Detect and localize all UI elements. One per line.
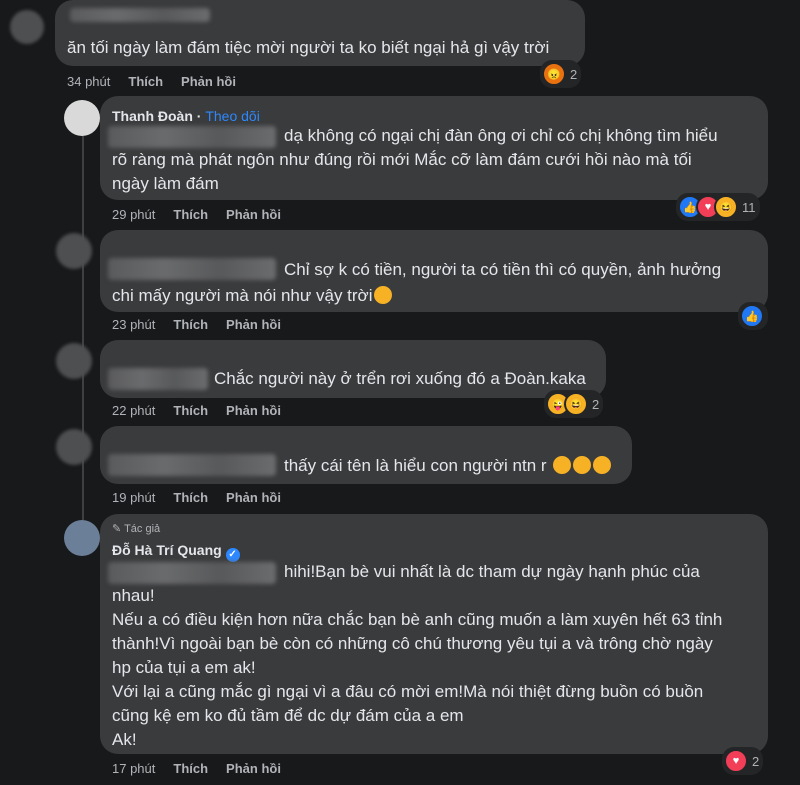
comment-actions: 17 phút Thích Phản hồi [112, 761, 281, 776]
avatar[interactable] [56, 429, 92, 465]
comment-time[interactable]: 22 phút [112, 403, 155, 418]
reaction-summary[interactable]: 👍 [738, 302, 768, 330]
comment-text: Ak! [112, 730, 137, 749]
avatar[interactable] [10, 10, 44, 44]
haha-icon: 😆 [714, 195, 738, 219]
comment-text: ăn tối ngày làm đám tiệc mời người ta ko… [67, 38, 550, 57]
comment-text: Nếu a có điều kiện hơn nữa chắc bạn bè a… [112, 610, 723, 629]
reaction-summary[interactable]: 👍 ♥ 😆 11 [676, 193, 760, 221]
reply-button[interactable]: Phản hồi [226, 490, 281, 505]
reply-button[interactable]: Phản hồi [226, 207, 281, 222]
like-button[interactable]: Thích [173, 490, 208, 505]
reply-button[interactable]: Phản hồi [226, 317, 281, 332]
blurred-username [70, 8, 210, 22]
blurred-username [108, 454, 276, 476]
blurred-username [108, 258, 276, 280]
reply-button[interactable]: Phản hồi [226, 403, 281, 418]
comment-time[interactable]: 29 phút [112, 207, 155, 222]
love-icon: ♥ [724, 749, 748, 773]
comment-text: chi mấy người mà nói như vậy trời [112, 284, 393, 308]
comment-text: nhau! [112, 586, 155, 605]
comment-actions: 34 phút Thích Phản hồi [67, 74, 236, 89]
comment-time[interactable]: 23 phút [112, 317, 155, 332]
like-button[interactable]: Thích [173, 761, 208, 776]
like-icon: 👍 [740, 304, 764, 328]
follow-link[interactable]: Theo dõi [205, 108, 259, 124]
like-button[interactable]: Thích [173, 317, 208, 332]
comment-text: ngày làm đám [112, 174, 219, 193]
commenter-name[interactable]: Thanh Đoàn · Theo dõi [112, 108, 260, 124]
commenter-name[interactable]: Đỗ Hà Trí Quang ✓ [112, 542, 240, 562]
smirk-emoji-icon [553, 456, 572, 474]
comment-text: Chỉ sợ k có tiền, người ta có tiền thì c… [284, 260, 722, 279]
blurred-username [108, 368, 208, 390]
blurred-mention [108, 562, 276, 584]
comment-actions: 29 phút Thích Phản hồi [112, 207, 281, 222]
reaction-summary[interactable]: 😜 😆 2 [544, 390, 604, 418]
shock-emoji-icon [374, 286, 393, 304]
verified-icon: ✓ [225, 548, 240, 562]
like-button[interactable]: Thích [128, 74, 163, 89]
comment-text: cũng kệ em ko đủ tầm để dc dự đám của a … [112, 706, 464, 725]
smirk-emoji-icon [573, 456, 592, 474]
avatar[interactable] [56, 343, 92, 379]
reply-button[interactable]: Phản hồi [226, 761, 281, 776]
comment-text: thành!Vì ngoài bạn bè còn có những cô ch… [112, 634, 713, 653]
comment-time[interactable]: 17 phút [112, 761, 155, 776]
like-button[interactable]: Thích [173, 403, 208, 418]
haha-icon: 😆 [564, 392, 588, 416]
smirk-emoji-icon [593, 456, 612, 474]
angry-icon: 😠 [542, 62, 566, 86]
comment-text: rõ ràng mà phát ngôn như đúng rồi mới Mắ… [112, 150, 692, 169]
comment-text: Với lại a cũng mắc gì ngại vì a đâu có m… [112, 682, 704, 701]
reply-button[interactable]: Phản hồi [181, 74, 236, 89]
avatar[interactable] [64, 520, 100, 556]
comment-time[interactable]: 19 phút [112, 490, 155, 505]
reaction-summary[interactable]: 😠 2 [540, 60, 582, 88]
comment-actions: 22 phút Thích Phản hồi [112, 403, 281, 418]
comment-text: hp của tụi a em ak! [112, 658, 256, 677]
comment-actions: 23 phút Thích Phản hồi [112, 317, 281, 332]
comment-actions: 19 phút Thích Phản hồi [112, 490, 281, 505]
avatar[interactable] [56, 233, 92, 269]
reaction-summary[interactable]: ♥ 2 [722, 747, 764, 775]
comment-text: dạ không có ngại chị đàn ông ơi chỉ có c… [284, 126, 718, 145]
comment-text: Chắc người này ở trển rơi xuống đó a Đoà… [214, 369, 586, 388]
comment-time[interactable]: 34 phút [67, 74, 110, 89]
comment-text: hihi!Bạn bè vui nhất là dc tham dự ngày … [284, 562, 700, 581]
comment-text: thấy cái tên là hiểu con người ntn r [284, 454, 612, 478]
blurred-mention [108, 126, 276, 148]
author-badge: ✎ Tác giả [112, 523, 161, 535]
avatar[interactable] [64, 100, 100, 136]
like-button[interactable]: Thích [173, 207, 208, 222]
